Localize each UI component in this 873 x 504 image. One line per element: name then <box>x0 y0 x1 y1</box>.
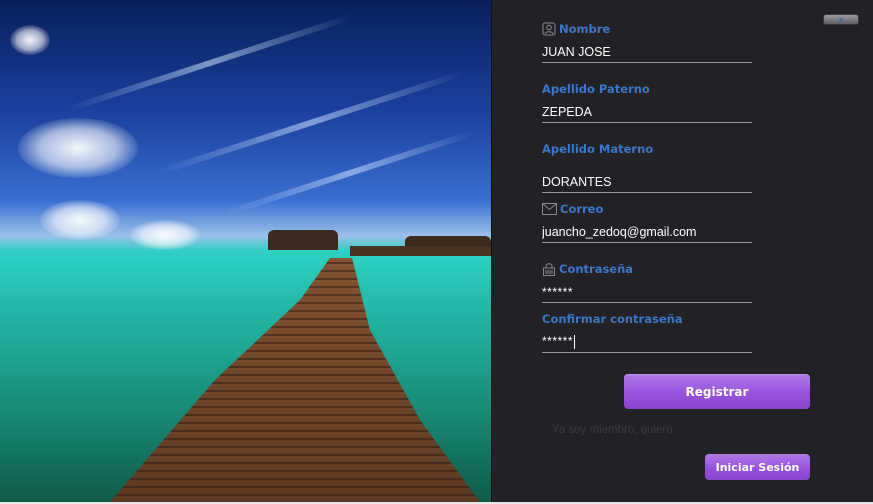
login-button[interactable]: Iniciar Sesión <box>705 454 810 480</box>
mail-icon <box>542 203 557 215</box>
apellido-paterno-field: Apellido Paterno <box>542 81 752 123</box>
confirmar-contrasena-field: Confirmar contraseña ****** <box>542 311 752 353</box>
cloud-streak <box>156 70 464 176</box>
apellido-paterno-label: Apellido Paterno <box>542 82 650 96</box>
background-photo <box>0 0 491 502</box>
pier-rail <box>350 246 491 256</box>
member-text: Ya soy miembro, quiero <box>552 424 673 436</box>
apellido-paterno-input[interactable] <box>542 101 752 123</box>
confirmar-contrasena-value: ****** <box>542 334 574 348</box>
lock-icon <box>542 262 556 276</box>
contrasena-field: Contraseña <box>542 261 752 303</box>
apellido-materno-field: Apellido Materno <box>542 141 752 193</box>
cloud <box>130 220 200 250</box>
register-button[interactable]: Registrar <box>624 374 810 409</box>
bungalow <box>268 230 338 250</box>
confirmar-contrasena-label: Confirmar contraseña <box>542 312 683 326</box>
cloud-streak <box>66 13 354 113</box>
contrasena-label-row: Contraseña <box>542 261 752 277</box>
user-icon <box>542 22 556 36</box>
registration-panel: x Nombre Apellido Paterno Apellido Mater… <box>491 0 873 502</box>
cloud <box>18 118 138 178</box>
cloud <box>40 200 120 240</box>
correo-label-row: Correo <box>542 201 752 217</box>
nombre-label-row: Nombre <box>542 21 752 37</box>
correo-field: Correo <box>542 201 752 243</box>
close-button[interactable]: x <box>823 14 859 25</box>
nombre-field: Nombre <box>542 21 752 63</box>
correo-input[interactable] <box>542 221 752 243</box>
confirmar-contrasena-input[interactable]: ****** <box>542 331 752 353</box>
nombre-input[interactable] <box>542 41 752 63</box>
cloud <box>10 25 50 55</box>
contrasena-input[interactable] <box>542 281 752 303</box>
cloud-streak <box>225 129 475 217</box>
apellido-materno-label: Apellido Materno <box>542 142 654 156</box>
apellido-materno-input[interactable] <box>542 171 752 193</box>
contrasena-label: Contraseña <box>559 262 634 276</box>
correo-label: Correo <box>560 202 604 216</box>
text-caret <box>574 334 576 349</box>
nombre-label: Nombre <box>559 22 611 36</box>
